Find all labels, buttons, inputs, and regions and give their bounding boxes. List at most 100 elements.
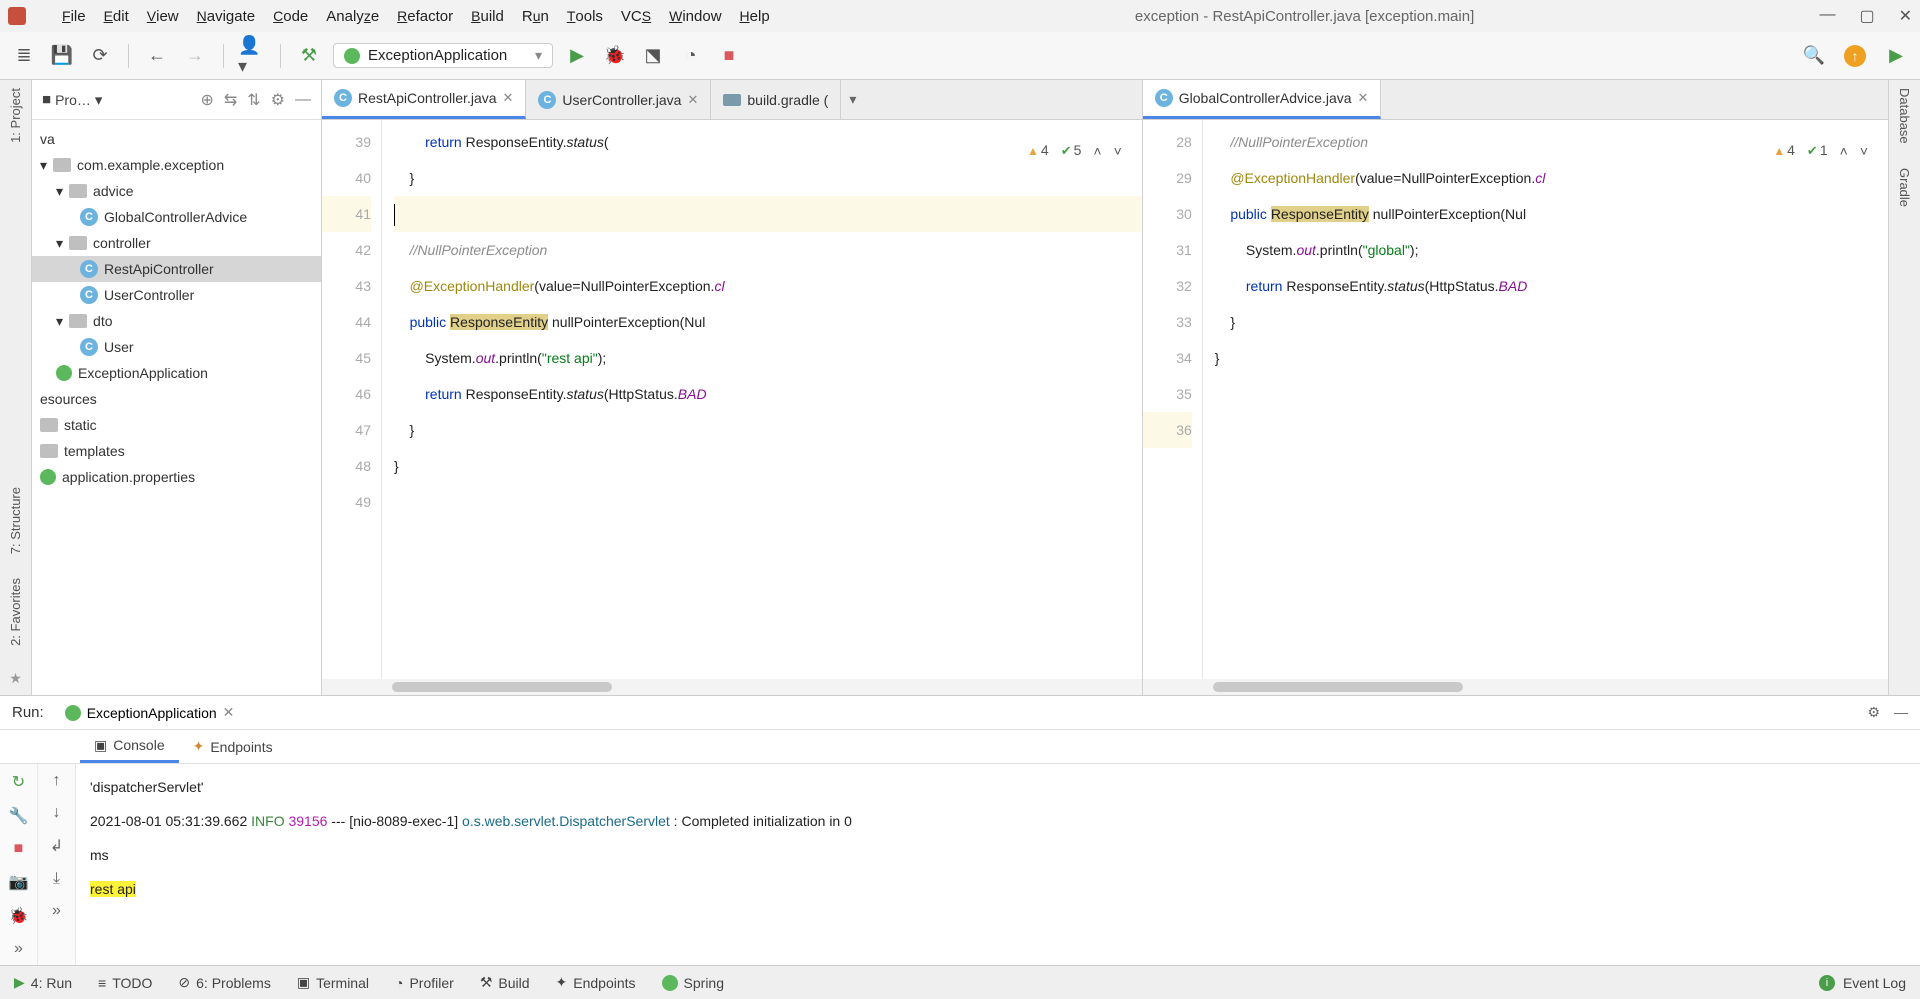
menu-file[interactable]: File xyxy=(54,6,94,27)
camera-icon[interactable]: 📷 xyxy=(9,872,29,892)
avatar-icon[interactable]: 👤▾ xyxy=(238,42,266,70)
status-build[interactable]: ⚒ Build xyxy=(480,974,530,991)
status-problems[interactable]: ⊘ 6: Problems xyxy=(178,974,270,991)
tab-globalcontrolleradvice[interactable]: CGlobalControllerAdvice.java✕ xyxy=(1143,80,1382,119)
more-icon[interactable]: » xyxy=(52,902,61,920)
tab-overflow-chevron[interactable]: ▾ xyxy=(841,80,864,119)
rail-gradle[interactable]: Gradle xyxy=(1897,168,1912,207)
expand-icon[interactable]: ⇅ xyxy=(247,90,260,110)
settings-icon[interactable]: ⚙ xyxy=(1867,704,1880,721)
chevron-down-icon[interactable]: ˅ xyxy=(1114,133,1122,169)
wrench-icon[interactable]: 🔧 xyxy=(9,806,29,826)
close-icon[interactable]: ✕ xyxy=(1358,90,1369,106)
status-run[interactable]: ▶4: Run xyxy=(14,974,72,991)
coverage-icon[interactable]: ⬔ xyxy=(639,42,667,70)
tree-item-appprops[interactable]: application.properties xyxy=(32,464,321,490)
status-todo[interactable]: ≡ TODO xyxy=(98,975,152,991)
status-profiler[interactable]: ◔ Profiler xyxy=(395,975,454,991)
back-icon[interactable]: ← xyxy=(143,42,171,70)
settings-icon[interactable]: ⚙ xyxy=(271,90,285,110)
rerun-icon[interactable]: ↻ xyxy=(12,772,25,792)
close-icon[interactable]: ✕ xyxy=(687,92,698,108)
run-config-selector[interactable]: ExceptionApplication ▾ xyxy=(333,43,553,68)
menu-refactor[interactable]: Refactor xyxy=(389,6,461,27)
rail-database[interactable]: Database xyxy=(1897,88,1912,144)
rail-project[interactable]: 1: Project xyxy=(8,88,23,143)
tab-buildgradle[interactable]: build.gradle ( xyxy=(711,80,841,119)
bug-icon[interactable]: 🐞 xyxy=(9,906,29,926)
down-icon[interactable]: ↓ xyxy=(53,804,61,822)
jetbrains-icon[interactable]: ▶ xyxy=(1882,42,1910,70)
tree-item-globalcontrolleradvice[interactable]: CGlobalControllerAdvice xyxy=(32,204,321,230)
code-right[interactable]: //NullPointerException @ExceptionHandler… xyxy=(1203,120,1888,679)
inspection-widget-right[interactable]: 41˄˅ xyxy=(1767,130,1874,171)
tree-item-exceptionapplication[interactable]: ExceptionApplication xyxy=(32,360,321,386)
rail-structure[interactable]: 7: Structure xyxy=(8,487,23,554)
tab-restapicontroller[interactable]: CRestApiController.java✕ xyxy=(322,80,526,119)
menu-navigate[interactable]: Navigate xyxy=(189,6,264,27)
code-area-right[interactable]: 282930313233343536 //NullPointerExceptio… xyxy=(1143,120,1888,679)
run-tab[interactable]: ExceptionApplication✕ xyxy=(56,701,244,724)
close-icon[interactable]: ✕ xyxy=(223,704,235,721)
menu-analyze[interactable]: Analyze xyxy=(318,6,387,27)
status-eventlog[interactable]: Event Log xyxy=(1843,975,1906,991)
hscrollbar-left[interactable] xyxy=(322,679,1142,695)
hide-icon[interactable]: — xyxy=(295,91,311,109)
close-button[interactable]: ✕ xyxy=(1899,6,1912,26)
menu-vcs[interactable]: VCS xyxy=(613,6,659,27)
tree-item-user[interactable]: CUser xyxy=(32,334,321,360)
stop-icon[interactable]: ■ xyxy=(715,42,743,70)
chevron-down-icon[interactable]: ˅ xyxy=(1860,133,1868,169)
chevron-up-icon[interactable]: ˄ xyxy=(1840,133,1848,169)
tree-item-templates[interactable]: templates xyxy=(32,438,321,464)
collapse-icon[interactable]: ⇆ xyxy=(224,90,237,110)
status-terminal[interactable]: ▣ Terminal xyxy=(297,974,369,991)
chevron-up-icon[interactable]: ˄ xyxy=(1093,133,1101,169)
code-left[interactable]: return ResponseEntity.status( } //NullPo… xyxy=(382,120,1142,679)
tree-item-resources[interactable]: esources xyxy=(32,386,321,412)
rail-favorites[interactable]: 2: Favorites xyxy=(8,578,23,646)
tree-item-usercontroller[interactable]: CUserController xyxy=(32,282,321,308)
menu-edit[interactable]: Edit xyxy=(96,6,137,27)
forward-icon[interactable]: → xyxy=(181,42,209,70)
debug-icon[interactable]: 🐞 xyxy=(601,42,629,70)
close-icon[interactable]: ✕ xyxy=(503,90,514,106)
save-icon[interactable]: 💾 xyxy=(48,42,76,70)
update-icon[interactable]: ↑ xyxy=(1844,45,1866,67)
stop-icon[interactable]: ■ xyxy=(14,840,24,858)
target-icon[interactable]: ⊕ xyxy=(200,90,213,110)
subtab-endpoints[interactable]: ✦Endpoints xyxy=(179,730,287,763)
status-endpoints[interactable]: ✦ Endpoints xyxy=(556,974,636,991)
hammer-build-icon[interactable]: ⚒ xyxy=(295,42,323,70)
menu-code[interactable]: Code xyxy=(265,6,316,27)
tree-item-controller[interactable]: ▾controller xyxy=(32,230,321,256)
menu-build[interactable]: Build xyxy=(463,6,512,27)
tree-item-dto[interactable]: ▾dto xyxy=(32,308,321,334)
console-output[interactable]: 'dispatcherServlet' 2021-08-01 05:31:39.… xyxy=(76,764,1920,965)
menu-help[interactable]: Help xyxy=(732,6,778,27)
tab-usercontroller[interactable]: CUserController.java✕ xyxy=(526,80,711,119)
subtab-console[interactable]: ▣Console xyxy=(80,730,179,763)
minimize-button[interactable]: — xyxy=(1819,6,1835,26)
hscrollbar-right[interactable] xyxy=(1143,679,1888,695)
scroll-icon[interactable]: ⤓ xyxy=(53,870,60,888)
maximize-button[interactable]: ▢ xyxy=(1859,6,1874,26)
profile-icon[interactable]: ◔ xyxy=(677,42,705,70)
tree-item-package[interactable]: ▾com.example.exception xyxy=(32,152,321,178)
more-icon[interactable]: » xyxy=(14,940,23,958)
menu-tools[interactable]: Tools xyxy=(559,6,611,27)
menu-view[interactable]: View xyxy=(139,6,187,27)
search-icon[interactable]: 🔍 xyxy=(1800,42,1828,70)
status-spring[interactable]: Spring xyxy=(662,975,724,991)
tree-item-restapicontroller[interactable]: CRestApiController xyxy=(32,256,321,282)
up-icon[interactable]: ↑ xyxy=(53,772,61,790)
run-icon[interactable]: ▶ xyxy=(563,42,591,70)
wrap-icon[interactable]: ↲ xyxy=(50,836,63,856)
menu-run[interactable]: Run xyxy=(514,6,557,27)
tree-item-advice[interactable]: ▾advice xyxy=(32,178,321,204)
tree-item-static[interactable]: static xyxy=(32,412,321,438)
menu-window[interactable]: Window xyxy=(661,6,729,27)
inspection-widget-left[interactable]: 45˄˅ xyxy=(1021,130,1128,171)
sync-icon[interactable]: ⟳ xyxy=(86,42,114,70)
hide-icon[interactable]: — xyxy=(1894,704,1908,721)
